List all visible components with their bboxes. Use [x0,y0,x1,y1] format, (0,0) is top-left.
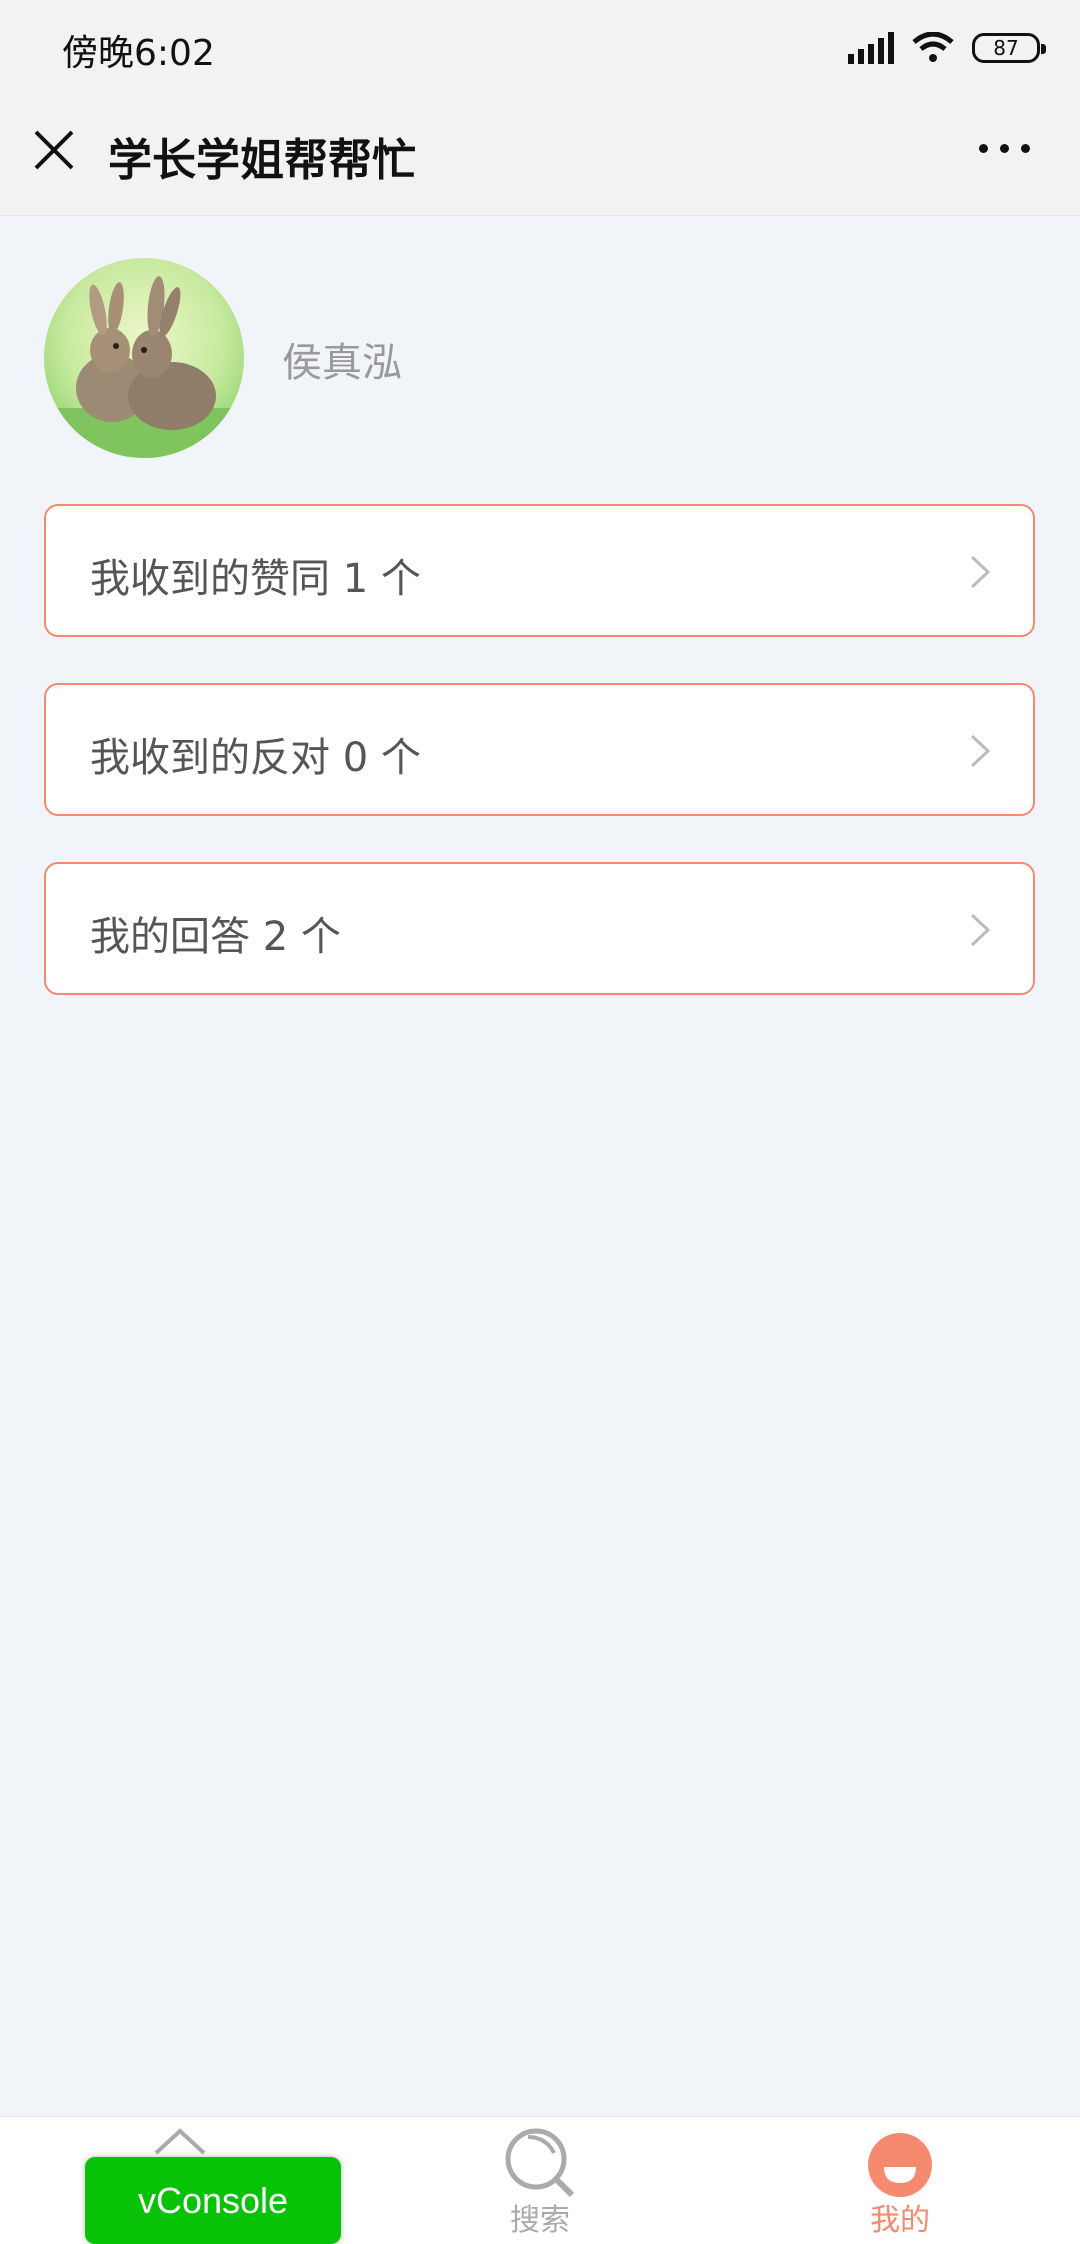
signal-icon [848,32,894,64]
status-time: 傍晚6:02 [62,33,215,74]
battery-icon: 87 [972,33,1046,63]
tab-mine[interactable]: 我的 [800,2117,1000,2244]
avatar [44,258,244,458]
card-label: 我收到的反对 0 个 [90,735,421,781]
close-icon[interactable] [32,128,76,172]
rabbit-avatar-image [44,258,244,458]
status-indicators: 87 [848,28,1046,68]
chevron-right-icon [970,555,991,589]
home-icon [154,2128,206,2155]
dislikes-received-card[interactable]: 我收到的反对 0 个 [44,683,1035,816]
search-icon [505,2128,575,2198]
more-icon[interactable] [979,144,1030,153]
card-label: 我的回答 2 个 [90,914,341,960]
tab-search[interactable]: 搜索 [440,2117,640,2244]
profile-icon [868,2133,932,2197]
tab-label: 我的 [870,2203,930,2238]
user-name: 侯真泓 [282,340,402,386]
vconsole-button[interactable]: vConsole [85,2157,341,2244]
nav-bar: 学长学姐帮帮忙 [0,94,1080,216]
card-label: 我收到的赞同 1 个 [90,556,421,602]
wifi-icon [912,32,954,62]
my-answers-card[interactable]: 我的回答 2 个 [44,862,1035,995]
tab-label: 搜索 [510,2203,570,2238]
likes-received-card[interactable]: 我收到的赞同 1 个 [44,504,1035,637]
chevron-right-icon [970,913,991,947]
chevron-right-icon [970,734,991,768]
status-bar: 傍晚6:02 87 [0,0,1080,94]
page-title: 学长学姐帮帮忙 [108,135,416,186]
